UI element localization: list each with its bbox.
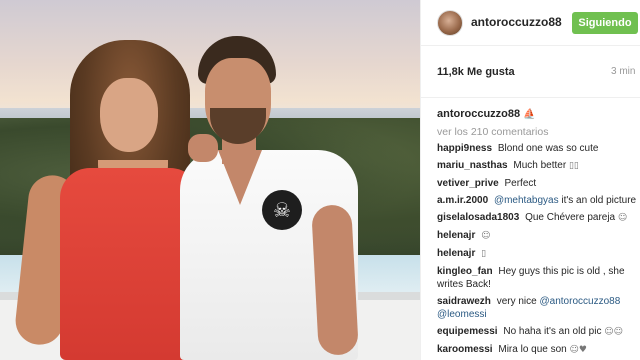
comment-text: Mira lo que son	[498, 344, 567, 355]
avatar[interactable]	[437, 10, 463, 36]
comment-item: saidrawezh very nice @antoroccuzzo88 @le…	[437, 295, 637, 321]
woman-face	[100, 78, 158, 152]
comment-mention[interactable]: @mehtabgyas	[494, 195, 559, 206]
smile-emoji-icon: ☺	[481, 231, 491, 241]
post-side-panel: antoroccuzzo88 Siguiendo 11,8k Me gusta …	[420, 0, 640, 360]
heart-emoji-icon: ☺♥	[569, 345, 587, 355]
comment-item: giselalosada1803 Que Chévere pareja ☺	[437, 211, 637, 225]
comment-item: helenajr ☺	[437, 229, 637, 243]
header-username[interactable]: antoroccuzzo88	[471, 15, 562, 29]
comment-item: karoomessi Mira lo que son ☺♥	[437, 343, 637, 357]
comment-text: very nice	[496, 296, 537, 307]
likes-row: 11,8k Me gusta 3 min	[421, 46, 640, 98]
comment-text: it's an old picture	[561, 195, 637, 206]
following-button[interactable]: Siguiendo	[572, 12, 638, 34]
comment-text: Blond one was so cute	[497, 143, 599, 154]
comment-username[interactable]: helenajr	[437, 230, 475, 241]
comment-username[interactable]: equipemessi	[437, 326, 498, 337]
woman-red-dress	[60, 168, 200, 360]
skull-icon: ☠	[262, 190, 302, 230]
post-time: 3 min	[611, 66, 636, 77]
comment-username[interactable]: helenajr	[437, 248, 475, 259]
likes-count[interactable]: 11,8k Me gusta	[437, 66, 515, 78]
hand-on-shoulder	[188, 134, 218, 162]
comment-text: No haha it's an old pic	[503, 326, 602, 337]
comment-item: kingleo_fan Hey guys this pic is old , s…	[437, 265, 637, 291]
view-all-comments-link[interactable]: ver los 210 comentarios	[437, 126, 637, 142]
comment-text: Perfect	[504, 178, 537, 189]
post-header: antoroccuzzo88 Siguiendo	[421, 0, 640, 46]
comment-username[interactable]: mariu_nasthas	[437, 160, 508, 171]
comment-item: helenajr ▯	[437, 247, 637, 261]
comment-item: equipemessi No haha it's an old pic ☺☺	[437, 325, 637, 339]
comment-item: mariu_nasthas Much better ▯▯	[437, 159, 637, 173]
emoji-icon: ▯▯	[568, 161, 579, 171]
sailboat-emoji: ⛵	[523, 109, 536, 120]
comment-text: Much better	[513, 160, 567, 171]
post-photo[interactable]: ☠	[0, 0, 420, 360]
comment-item: vetiver_prive Perfect	[437, 177, 637, 190]
comment-text: Que Chévere pareja	[525, 212, 616, 223]
comment-username[interactable]: saidrawezh	[437, 296, 491, 307]
comment-item: happi9ness Blond one was so cute	[437, 142, 637, 155]
caption-username[interactable]: antoroccuzzo88	[437, 108, 520, 120]
comment-username[interactable]: a.m.ir.2000	[437, 195, 488, 206]
smile-emoji-icon: ☺	[617, 213, 628, 223]
comments-list: antoroccuzzo88 ⛵ ver los 210 comentarios…	[437, 108, 637, 360]
comment-username[interactable]: kingleo_fan	[437, 266, 493, 277]
comment-username[interactable]: vetiver_prive	[437, 178, 499, 189]
laugh-emoji-icon: ☺☺	[604, 327, 624, 337]
comment-username[interactable]: karoomessi	[437, 344, 493, 355]
comment-username[interactable]: happi9ness	[437, 143, 492, 154]
emoji-icon: ▯	[481, 249, 487, 259]
man-arm	[311, 204, 359, 356]
comment-item: a.m.ir.2000 @mehtabgyas it's an old pict…	[437, 194, 637, 207]
comment-username[interactable]: giselalosada1803	[437, 212, 519, 223]
caption: antoroccuzzo88 ⛵	[437, 108, 637, 126]
